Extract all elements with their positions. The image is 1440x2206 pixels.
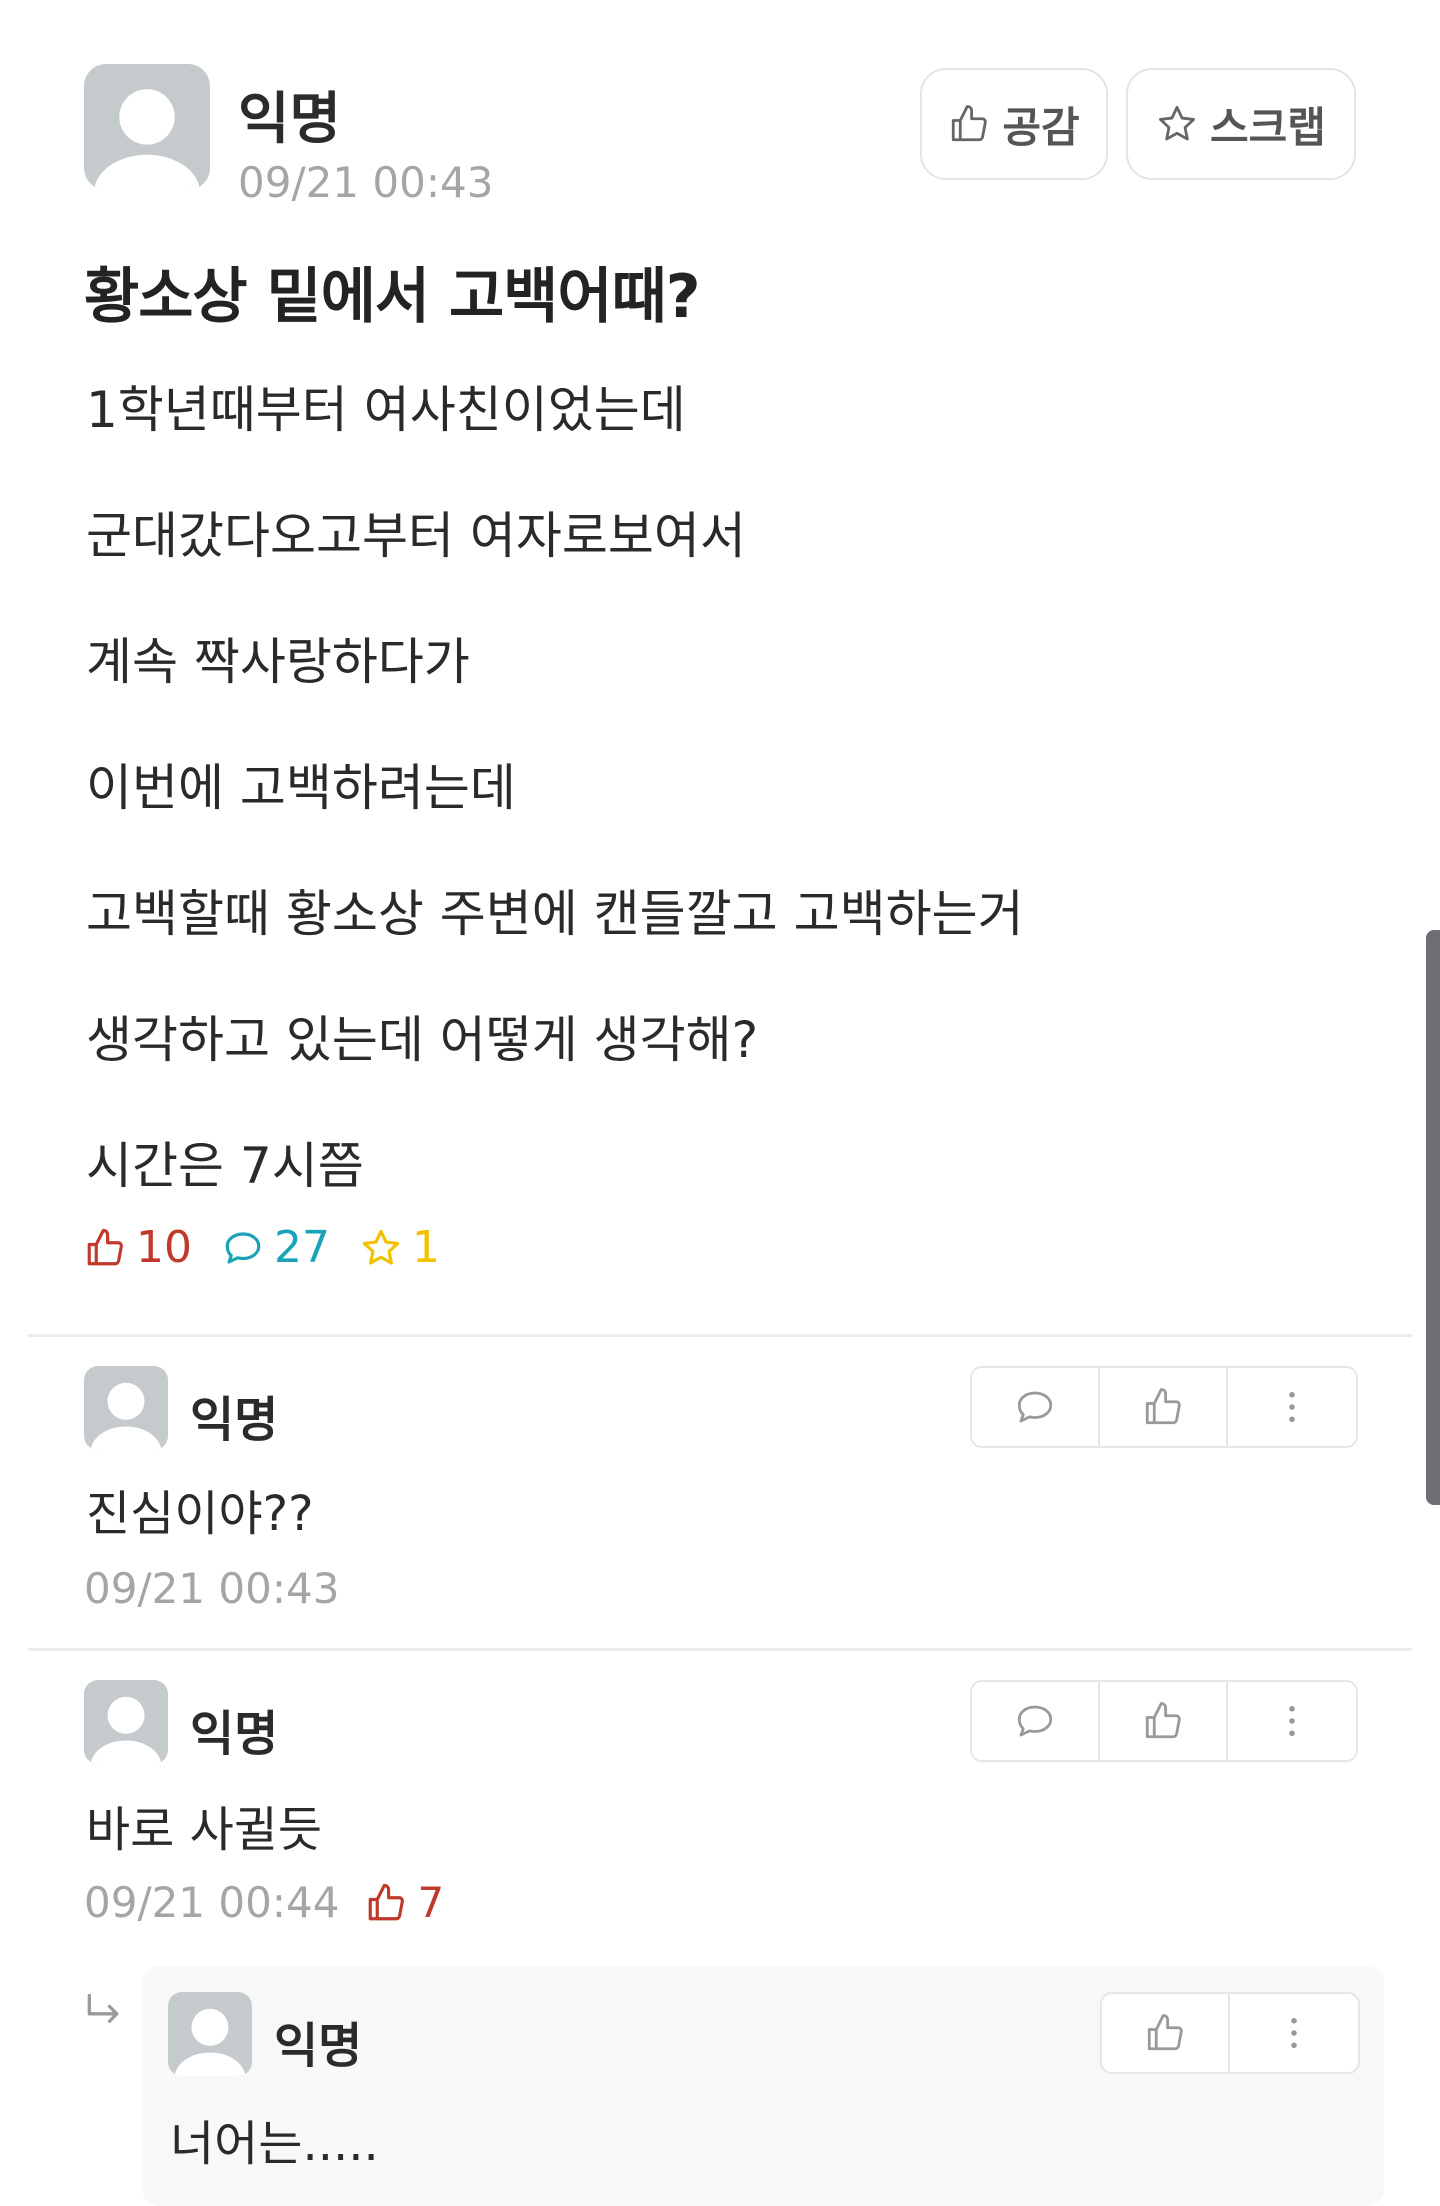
thumbs-up-icon [1147,2014,1183,2051]
reply-text: 너어는..... [170,2116,379,2172]
comment-time: 09/21 00:44 [84,1878,340,1927]
speech-bubble-icon [225,1231,261,1264]
comment-author: 익명 [190,1706,279,1762]
comment-time: 09/21 00:43 [84,1564,340,1613]
post-body-line: 고백할때 황소상 주변에 캔들깔고 고백하는거 [86,885,1024,943]
post-stats: 10 27 1 [84,1222,440,1273]
reply-more-options-button[interactable] [1230,1994,1358,2072]
like-button[interactable]: 공감 [920,68,1108,180]
comment-like-count-value: 7 [417,1878,445,1927]
star-icon [1159,105,1196,141]
reply-arrow-icon [87,1993,119,2023]
comment-meta: 09/21 00:44 7 [84,1878,444,1927]
more-options-button[interactable] [1228,1682,1356,1760]
comment-like-button[interactable] [1100,1368,1228,1446]
thumbs-up-icon [952,105,988,142]
avatar-icon [90,1696,162,1764]
comment-avatar [84,1680,168,1764]
thumbs-up-icon [1145,1702,1181,1739]
comment-like-count: 7 [365,1878,444,1927]
post-title: 황소상 밑에서 고백어때? [84,262,701,332]
avatar-icon [174,2008,246,2076]
reply-button[interactable] [972,1682,1100,1760]
post-time: 09/21 00:43 [238,158,494,207]
avatar-icon [94,89,200,190]
comment-like-button[interactable] [1100,1682,1228,1760]
scrollbar[interactable] [1426,930,1440,1505]
reply-like-button[interactable] [1102,1994,1230,2072]
post-body-line: 이번에 고백하려는데 [86,759,516,817]
post-body-line: 1학년때부터 여사친이었는데 [86,381,686,439]
more-vertical-icon [1289,1705,1295,1737]
comment-text: 진심이야?? [86,1486,314,1542]
scrap-count-value: 1 [412,1222,440,1273]
speech-bubble-icon [1017,1705,1053,1737]
thumbs-up-icon [369,1883,405,1920]
reply-avatar [168,1992,252,2076]
author-avatar [84,64,210,190]
comment-count: 27 [222,1222,330,1273]
star-icon [362,1229,400,1265]
more-options-button[interactable] [1228,1368,1356,1446]
thumbs-up-icon [1145,1388,1181,1425]
reply-actions [1100,1992,1360,2074]
more-vertical-icon [1291,2017,1297,2049]
comment-actions [970,1680,1358,1762]
like-count: 10 [84,1222,192,1273]
post-body-line: 시간은 7시쯤 [86,1137,364,1195]
post-body-line: 계속 짝사랑하다가 [86,633,470,691]
post-body-line: 생각하고 있는데 어떻게 생각해? [86,1011,759,1069]
comment-author: 익명 [190,1392,279,1448]
divider [28,1334,1412,1337]
post-body-line: 군대갔다오고부터 여자로보여서 [86,507,746,565]
comment-count-value: 27 [274,1222,330,1273]
thumbs-up-icon [87,1228,123,1265]
scrap-count: 1 [360,1222,440,1273]
like-button-label: 공감 [1002,102,1080,152]
reply-button[interactable] [972,1368,1100,1446]
scrap-button-label: 스크랩 [1210,102,1326,152]
scrap-button[interactable]: 스크랩 [1126,68,1356,180]
comment-actions [970,1366,1358,1448]
post-author: 익명 [238,87,342,152]
avatar-icon [90,1382,162,1450]
reply-author: 익명 [274,2018,363,2074]
comment-avatar [84,1366,168,1450]
divider [28,1648,1412,1651]
more-vertical-icon [1289,1391,1295,1423]
comment-text: 바로 사귈듯 [86,1802,323,1858]
like-count-value: 10 [136,1222,192,1273]
speech-bubble-icon [1017,1391,1053,1423]
